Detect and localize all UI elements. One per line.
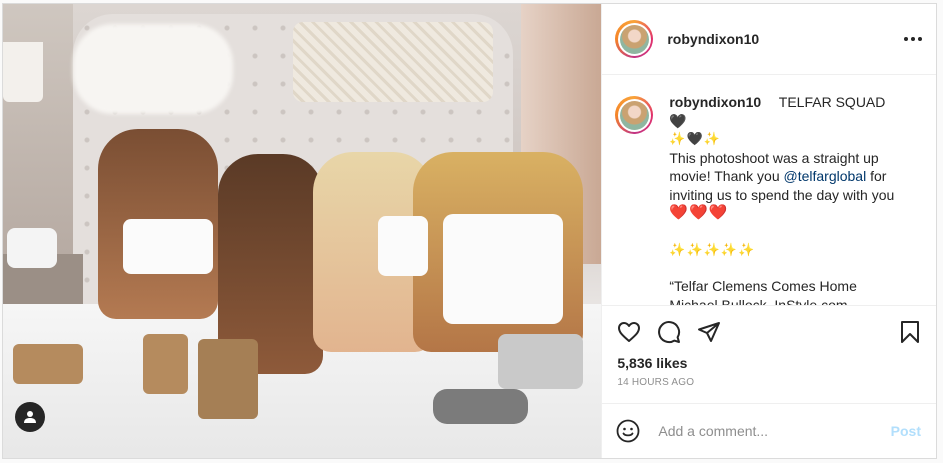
like-button[interactable]	[617, 320, 641, 344]
user-tag-button[interactable]	[15, 402, 45, 432]
avatar[interactable]	[615, 20, 654, 59]
caption-line: “Telfar Clemens Comes Home	[669, 278, 857, 295]
photo-fur-pillow	[73, 24, 233, 114]
photo-lamp	[3, 42, 43, 102]
avatar-image	[619, 24, 649, 54]
smiley-icon	[616, 419, 640, 443]
comment-icon	[658, 320, 681, 343]
bookmark-icon	[901, 320, 919, 343]
emoji-button[interactable]	[616, 419, 640, 443]
photo-ankle-brace	[498, 334, 583, 389]
sparkle-heart-emoji: ✨🖤✨	[669, 131, 721, 147]
photo-top-3	[378, 216, 428, 276]
black-heart-emoji: 🖤	[669, 112, 687, 129]
post-header: robyndixon10	[602, 4, 936, 76]
save-button[interactable]	[898, 320, 922, 344]
sparkles-emoji: ✨✨✨✨✨	[669, 241, 756, 257]
user-icon	[24, 411, 36, 423]
caption-line: This photoshoot was a straight up	[669, 149, 879, 166]
photo-shoe	[433, 389, 528, 424]
comment-input[interactable]	[656, 421, 891, 440]
photo-boot-1	[143, 334, 188, 394]
post-side-panel: robyndixon10 robyndixon10 TELFAR SQUAD 🖤…	[602, 4, 936, 458]
caption-title: TELFAR SQUAD	[778, 94, 886, 111]
avatar-image	[619, 100, 649, 130]
caption-line: for	[866, 168, 887, 185]
header-username[interactable]: robyndixon10	[667, 31, 759, 47]
action-bar	[602, 305, 936, 357]
post-timestamp[interactable]: 14 HOURS AGO	[602, 377, 936, 403]
instagram-post: robyndixon10 robyndixon10 TELFAR SQUAD 🖤…	[2, 3, 937, 459]
post-caption: robyndixon10 TELFAR SQUAD 🖤 ✨🖤✨ This pho…	[669, 93, 901, 305]
photo-boot-2	[198, 339, 258, 419]
mention-link[interactable]: @telfarglobal	[784, 168, 867, 184]
caption-line: movie! Thank you	[669, 168, 784, 185]
photo-boot-3	[13, 344, 83, 384]
caption-avatar[interactable]	[615, 96, 654, 135]
share-button[interactable]	[697, 320, 721, 344]
post-photo[interactable]	[3, 4, 603, 458]
caption-username[interactable]: robyndixon10	[669, 94, 761, 110]
comment-form: Post	[602, 402, 936, 459]
caption-line: Michael Bullock, InStyle.com	[669, 296, 848, 306]
red-hearts-emoji: ❤️❤️❤️	[669, 204, 729, 222]
heart-icon	[618, 321, 641, 342]
post-comment-button[interactable]: Post	[891, 423, 921, 439]
like-count[interactable]: 5,836 likes	[602, 355, 936, 377]
caption-line: inviting us to spend the day with you	[669, 186, 895, 203]
comment-button[interactable]	[657, 320, 681, 344]
photo-top-4	[443, 214, 563, 324]
photo-top-1	[123, 219, 213, 274]
photo-lace-pillow	[293, 22, 493, 102]
caption-section: robyndixon10 TELFAR SQUAD 🖤 ✨🖤✨ This pho…	[602, 75, 936, 305]
more-options-icon[interactable]	[904, 37, 922, 42]
paper-plane-icon	[698, 321, 721, 342]
photo-telephone	[7, 228, 57, 268]
